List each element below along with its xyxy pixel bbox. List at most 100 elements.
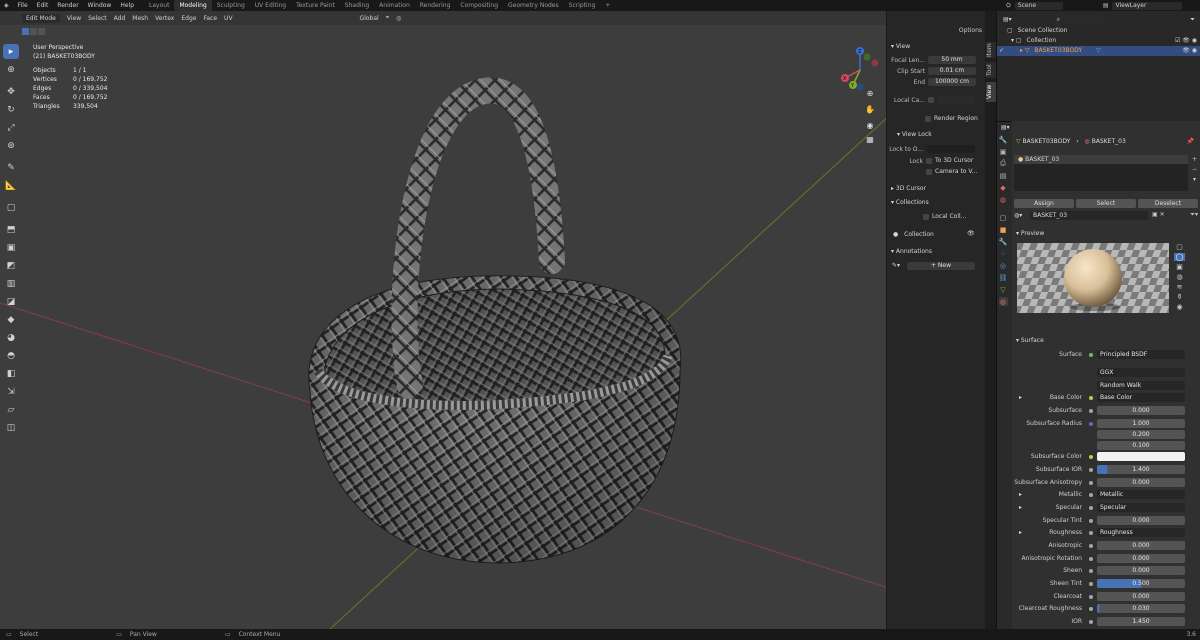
socket-icon[interactable] <box>1089 607 1093 611</box>
modifier-tab-icon[interactable]: 🔧 <box>999 237 1008 246</box>
tab-texture-paint[interactable]: Texture Paint <box>291 0 340 11</box>
socket-icon[interactable] <box>1089 595 1093 599</box>
subsurface-field[interactable]: 0.000 <box>1097 406 1185 415</box>
subsurface-anisotropy-field[interactable]: 0.000 <box>1097 478 1185 487</box>
material-action-icons[interactable]: ▣ ✕ <box>1152 211 1165 218</box>
filter-icon[interactable]: ⏷ <box>1190 15 1195 25</box>
pin-icon[interactable]: 📌 <box>1187 138 1194 145</box>
menu-help[interactable]: Help <box>120 2 134 9</box>
menu-render[interactable]: Render <box>57 2 78 9</box>
camera-to-view-checkbox[interactable]: Camera to V... <box>926 168 977 175</box>
render-region-checkbox[interactable]: Render Region <box>925 115 978 122</box>
blender-logo-icon[interactable]: ◈ <box>4 2 9 9</box>
lock-object-field[interactable] <box>927 145 975 153</box>
physics-tab-icon[interactable]: ◎ <box>999 261 1008 270</box>
tab-animation[interactable]: Animation <box>374 0 415 11</box>
metallic-field[interactable]: Metallic <box>1097 490 1185 499</box>
annotations-header[interactable]: ▾ Annotations <box>891 248 932 255</box>
snap-icon[interactable]: ⌖ <box>386 14 389 22</box>
face-select-icon[interactable] <box>38 28 45 35</box>
tab-compositing[interactable]: Compositing <box>455 0 503 11</box>
scene-field[interactable]: Scene <box>1014 1 1063 10</box>
vertex-select-icon[interactable] <box>22 28 29 35</box>
material-tab-icon[interactable]: ◍ <box>998 297 1008 306</box>
material-slot-list[interactable]: ● BASKET_03 <box>1014 155 1188 191</box>
socket-icon[interactable] <box>1089 519 1093 523</box>
sheen-tint-field[interactable]: 0.500 <box>1097 579 1185 588</box>
output-tab-icon[interactable]: ⎙ <box>999 159 1008 168</box>
clip-start-field[interactable]: 0.01 cm <box>928 67 976 75</box>
socket-icon[interactable] <box>1089 569 1093 573</box>
tab-sculpting[interactable]: Sculpting <box>212 0 250 11</box>
add-cube-tool-icon[interactable]: ▢ <box>3 200 19 215</box>
annotate-tool-icon[interactable]: ✎ <box>3 160 19 175</box>
menu-file[interactable]: File <box>18 2 28 9</box>
render-tab-icon[interactable]: ▣ <box>999 147 1008 156</box>
object-tab-icon[interactable]: ■ <box>999 225 1008 234</box>
viewport-menu-face[interactable]: Face <box>203 15 217 22</box>
socket-icon[interactable] <box>1089 353 1093 357</box>
tab-layout[interactable]: Layout <box>144 0 174 11</box>
tab-tool[interactable]: Tool <box>986 62 996 78</box>
rip-tool-icon[interactable]: ◫ <box>3 420 19 435</box>
material-slot-row[interactable]: ● BASKET_03 <box>1014 155 1188 164</box>
clearcoat-roughness-field[interactable]: 0.030 <box>1097 604 1185 613</box>
subsurface-radius-x-field[interactable]: 1.000 <box>1097 419 1185 428</box>
rotate-tool-icon[interactable]: ↻ <box>3 102 19 117</box>
socket-icon[interactable] <box>1089 531 1093 535</box>
slot-buttons[interactable]: + − ▾ <box>1190 155 1199 185</box>
cursor-tool-icon[interactable]: ⊕ <box>3 62 19 77</box>
specular-tint-field[interactable]: 0.000 <box>1097 516 1185 525</box>
spin-tool-icon[interactable]: ◕ <box>3 330 19 345</box>
object-visibility-icons[interactable]: 👁 ◉ <box>1182 46 1197 56</box>
mode-selector[interactable]: Edit Mode <box>22 13 60 23</box>
subsurface-color-swatch[interactable] <box>1097 452 1185 461</box>
socket-icon[interactable] <box>1089 506 1093 510</box>
focal-length-field[interactable]: 50 mm <box>928 56 976 64</box>
poly-build-tool-icon[interactable]: ◆ <box>3 312 19 327</box>
specular-field[interactable]: Specular <box>1097 503 1185 512</box>
scale-tool-icon[interactable]: ⤢ <box>3 120 19 135</box>
options-dropdown[interactable]: Options <box>959 27 982 34</box>
properties-editor-type-icon[interactable]: ▤▾ <box>1001 124 1010 131</box>
tab-item[interactable]: Item <box>986 42 996 58</box>
navigation-gizmo[interactable]: Z X Y <box>835 45 885 95</box>
material-name-field[interactable]: BASKET_03 <box>1030 211 1148 220</box>
preview-header[interactable]: ▾ Preview <box>1016 230 1044 237</box>
world-tab-icon[interactable]: ◍ <box>999 195 1008 204</box>
eye-icon[interactable]: 👁 <box>967 230 975 237</box>
socket-icon[interactable] <box>1089 544 1093 548</box>
socket-icon[interactable] <box>1089 582 1093 586</box>
socket-icon[interactable] <box>1089 396 1093 400</box>
menu-edit[interactable]: Edit <box>37 2 49 9</box>
preview-shape-buttons[interactable]: ▢ ◯ ▣ ◍ ≋ ⚱ ◉ <box>1173 243 1186 311</box>
ior-field[interactable]: 1.450 <box>1097 617 1185 626</box>
add-workspace-icon[interactable]: + <box>600 0 615 11</box>
select-box-tool-icon[interactable]: ▸ <box>3 44 19 59</box>
deselect-button[interactable]: Deselect <box>1138 199 1198 208</box>
tab-modeling[interactable]: Modeling <box>174 0 212 11</box>
viewport-menu-vertex[interactable]: Vertex <box>155 15 174 22</box>
clip-end-field[interactable]: 100000 cm <box>928 78 976 86</box>
knife-tool-icon[interactable]: ◪ <box>3 294 19 309</box>
proportional-icon[interactable]: ◎ <box>396 15 401 22</box>
tab-uv-editing[interactable]: UV Editing <box>250 0 291 11</box>
socket-icon[interactable] <box>1089 468 1093 472</box>
new-annotation-button[interactable]: + New <box>907 262 975 270</box>
socket-icon[interactable] <box>1089 455 1093 459</box>
clearcoat-field[interactable]: 0.000 <box>1097 592 1185 601</box>
local-collections-checkbox[interactable]: Local Coll... <box>923 213 966 220</box>
viewport-menu-select[interactable]: Select <box>88 15 107 22</box>
extrude-tool-icon[interactable]: ⬒ <box>3 222 19 237</box>
view-layer-tab-icon[interactable]: ▤ <box>999 171 1008 180</box>
viewport-menu-uv[interactable]: UV <box>224 15 233 22</box>
anisotropic-rotation-field[interactable]: 0.000 <box>1097 554 1185 563</box>
tab-geometry-nodes[interactable]: Geometry Nodes <box>503 0 564 11</box>
camera-view-icon[interactable]: ◉ <box>864 119 876 131</box>
zoom-icon[interactable]: ⊕ <box>864 87 876 99</box>
collection-tab-icon[interactable]: ▢ <box>999 213 1008 222</box>
smooth-tool-icon[interactable]: ◓ <box>3 348 19 363</box>
view-section-header[interactable]: ▾ View <box>891 43 910 50</box>
tab-view[interactable]: View <box>986 82 996 102</box>
viewport-scene[interactable] <box>0 11 985 629</box>
